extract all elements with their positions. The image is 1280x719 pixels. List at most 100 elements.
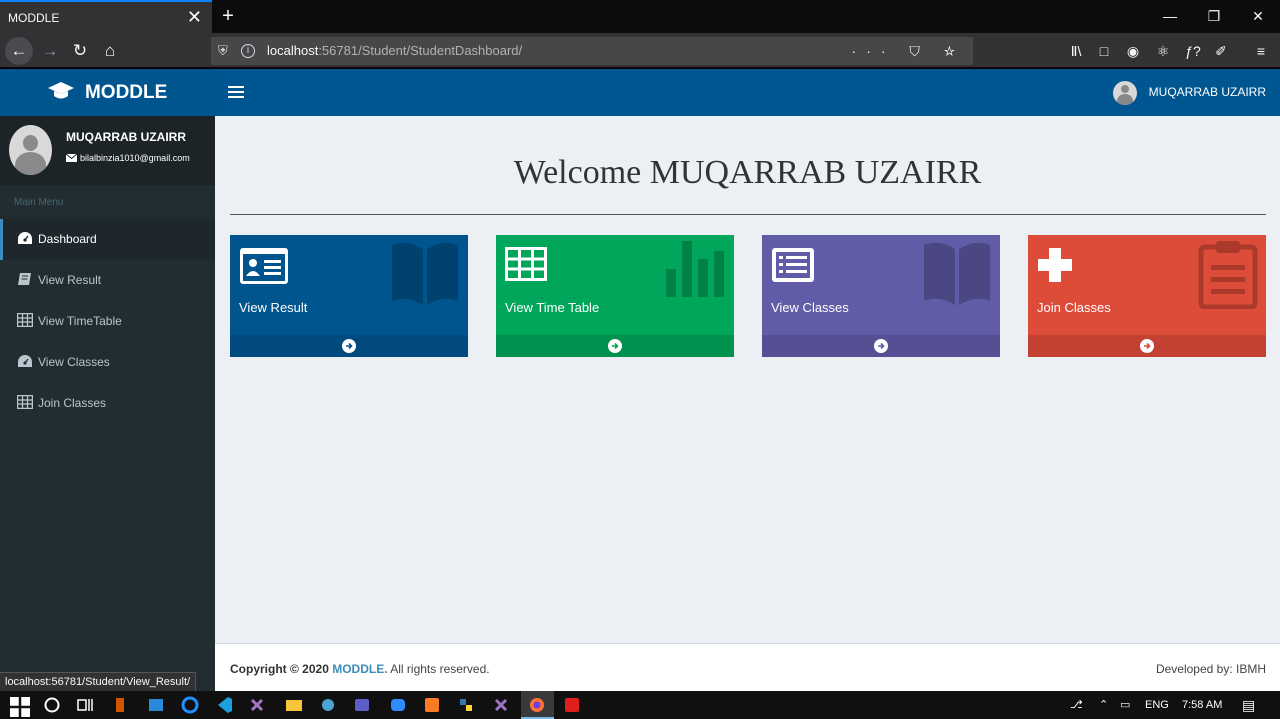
url-path: :56781/Student/StudentDashboard/ bbox=[318, 43, 523, 58]
sidebar-toggle-icon[interactable]: □ bbox=[1091, 37, 1117, 65]
card-footer-link[interactable] bbox=[762, 335, 1000, 357]
teams-icon[interactable] bbox=[352, 695, 372, 715]
battery-icon[interactable]: ▭ bbox=[1120, 691, 1130, 719]
minimize-window-icon[interactable]: — bbox=[1148, 0, 1192, 33]
header-user-name: MUQARRAB UZAIRR bbox=[1148, 85, 1266, 99]
search-icon[interactable] bbox=[42, 695, 62, 715]
card-footer-link[interactable] bbox=[496, 335, 734, 357]
brand-name: MODDLE bbox=[84, 82, 168, 103]
user-menu[interactable]: MUQARRAB UZAIRR bbox=[1113, 69, 1266, 116]
arrow-right-circle-icon bbox=[874, 339, 888, 353]
chevron-up-icon[interactable]: ⌃ bbox=[1099, 691, 1108, 719]
sidebar-item-view-result[interactable]: View Result bbox=[0, 260, 215, 301]
python-icon[interactable] bbox=[456, 695, 476, 715]
back-arrow-icon[interactable]: ← bbox=[5, 37, 33, 65]
card-join-classes[interactable]: Join Classes bbox=[1028, 235, 1266, 357]
arrow-right-circle-icon bbox=[608, 339, 622, 353]
sidebar-item-join-classes[interactable]: Join Classes bbox=[0, 383, 215, 424]
sidebar-item-dashboard[interactable]: Dashboard bbox=[0, 219, 215, 260]
card-footer-link[interactable] bbox=[230, 335, 468, 357]
sidebar-item-label: View Classes bbox=[38, 355, 110, 369]
close-window-icon[interactable]: ✕ bbox=[1236, 0, 1280, 33]
developed-by: Developed by: IBMH bbox=[1155, 662, 1266, 676]
clipboard-icon bbox=[1198, 241, 1258, 309]
new-tab-button[interactable]: + bbox=[217, 3, 239, 29]
profile-email: bilalbinzia1010@gmail.com bbox=[65, 153, 190, 163]
address-bar[interactable]: ⛨ i localhost:56781/Student/StudentDashb… bbox=[211, 37, 973, 65]
avatar bbox=[9, 125, 52, 175]
browser-tab[interactable]: MODDLE ✕ bbox=[0, 0, 212, 33]
page-actions[interactable]: ··· ⛉ ☆ bbox=[852, 37, 965, 65]
card-view-timetable[interactable]: View Time Table bbox=[496, 235, 734, 357]
site-info-icon[interactable]: i bbox=[241, 44, 255, 58]
user-avatar-icon bbox=[1113, 80, 1138, 105]
app-taskbar-icon[interactable] bbox=[146, 695, 166, 715]
card-view-result[interactable]: View Result bbox=[230, 235, 468, 357]
divider bbox=[230, 214, 1266, 215]
copyright-suffix: All rights reserved. bbox=[390, 662, 490, 676]
file-explorer-icon[interactable] bbox=[284, 695, 304, 715]
graduation-cap-icon bbox=[47, 82, 74, 99]
envelope-icon bbox=[65, 153, 78, 162]
tab-title: MODDLE bbox=[8, 11, 60, 25]
task-view-icon[interactable] bbox=[75, 695, 95, 715]
app-taskbar-icon[interactable] bbox=[318, 695, 338, 715]
arrow-right-circle-icon bbox=[1140, 339, 1154, 353]
main-content: Welcome MUQARRAB UZAIRR View Result View… bbox=[215, 116, 1280, 643]
firefox-icon[interactable] bbox=[527, 695, 547, 715]
shield-icon[interactable]: ⛨ bbox=[218, 37, 228, 65]
id-card-icon bbox=[240, 248, 288, 284]
book-open-icon bbox=[924, 242, 990, 305]
language-indicator[interactable]: ENG bbox=[1145, 691, 1169, 719]
extension-pen-icon[interactable]: ✐ bbox=[1208, 37, 1234, 65]
menu-icon[interactable]: ≡ bbox=[1248, 37, 1274, 65]
extension-function-icon[interactable]: ƒ? bbox=[1180, 37, 1206, 65]
windows-start-icon[interactable] bbox=[10, 697, 30, 717]
arrow-right-circle-icon bbox=[342, 339, 356, 353]
page-footer: Copyright © 2020 MODDLE. All rights rese… bbox=[215, 643, 1280, 691]
dashboard-icon bbox=[18, 232, 32, 244]
vscode-icon[interactable] bbox=[214, 695, 234, 715]
people-icon[interactable]: ⎇ bbox=[1070, 691, 1083, 719]
extension-react-icon[interactable]: ⚛ bbox=[1150, 37, 1176, 65]
copyright-prefix: Copyright © 2020 bbox=[230, 662, 329, 676]
hamburger-menu-icon[interactable] bbox=[228, 83, 244, 101]
card-view-classes[interactable]: View Classes bbox=[762, 235, 1000, 357]
card-footer-link[interactable] bbox=[1028, 335, 1266, 357]
account-icon[interactable]: ◉ bbox=[1120, 37, 1146, 65]
book-icon bbox=[18, 273, 31, 285]
zoom-icon[interactable] bbox=[388, 695, 408, 715]
url-text[interactable]: localhost:56781/Student/StudentDashboard… bbox=[267, 37, 522, 65]
clock[interactable]: 7:58 AM bbox=[1182, 691, 1222, 719]
profile-email-text: bilalbinzia1010@gmail.com bbox=[80, 153, 190, 163]
close-tab-icon[interactable]: ✕ bbox=[187, 6, 202, 28]
edge-icon[interactable] bbox=[180, 695, 200, 715]
card-label: Join Classes bbox=[1037, 300, 1111, 315]
user-profile-panel: MUQARRAB UZAIRR bilalbinzia1010@gmail.co… bbox=[0, 116, 215, 185]
table-icon bbox=[505, 247, 547, 281]
dashboard-icon bbox=[18, 355, 32, 367]
sidebar-item-view-timetable[interactable]: View TimeTable bbox=[0, 301, 215, 342]
xampp-icon[interactable] bbox=[422, 695, 442, 715]
library-icon[interactable]: Ⅱ\ bbox=[1063, 37, 1089, 65]
copyright: Copyright © 2020 MODDLE. All rights rese… bbox=[230, 662, 490, 676]
reload-icon[interactable]: ↻ bbox=[66, 37, 94, 65]
sidebar-item-label: View Result bbox=[38, 273, 102, 287]
acrobat-icon[interactable] bbox=[562, 695, 582, 715]
browser-navbar: ← → ↻ ⌂ ⛨ i localhost:56781/Student/Stud… bbox=[0, 33, 1280, 68]
visual-studio-icon[interactable] bbox=[248, 695, 268, 715]
brand-link[interactable]: MODDLE. bbox=[332, 662, 387, 676]
forward-arrow-icon[interactable]: → bbox=[36, 37, 64, 65]
brand-logo[interactable]: MODDLE bbox=[0, 69, 215, 116]
app-taskbar-icon[interactable] bbox=[110, 695, 130, 715]
sidebar: MUQARRAB UZAIRR bilalbinzia1010@gmail.co… bbox=[0, 116, 215, 691]
notifications-icon[interactable]: ▤ bbox=[1242, 691, 1255, 719]
restore-window-icon[interactable]: ❐ bbox=[1192, 0, 1236, 33]
card-label: View Classes bbox=[771, 300, 849, 315]
visual-studio-icon[interactable] bbox=[492, 695, 512, 715]
card-label: View Result bbox=[239, 300, 308, 315]
sidebar-item-label: View TimeTable bbox=[38, 314, 122, 328]
home-icon[interactable]: ⌂ bbox=[96, 37, 124, 65]
windows-taskbar: ⎇ ⌃ ▭ ENG 7:58 AM ▤ bbox=[0, 691, 1280, 719]
sidebar-item-view-classes[interactable]: View Classes bbox=[0, 342, 215, 383]
